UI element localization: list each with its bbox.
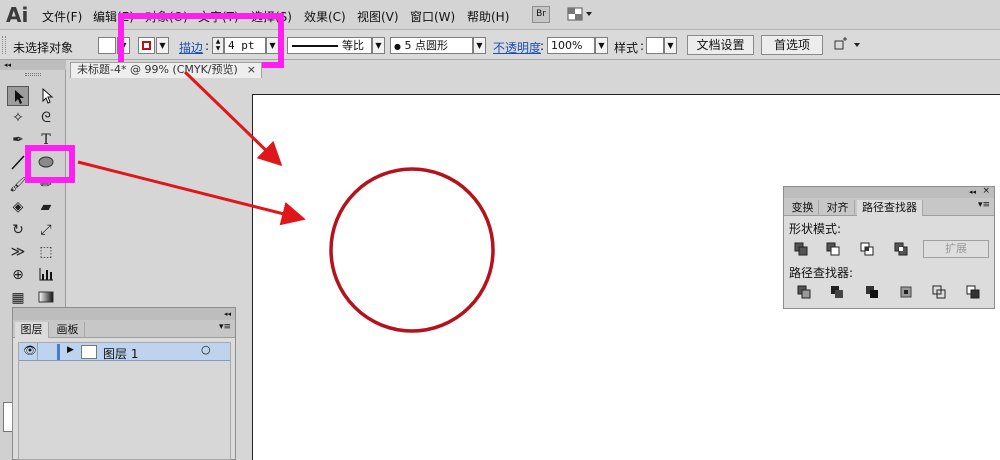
crop-icon[interactable] (899, 285, 913, 299)
shape-modes-label: 形状模式 (789, 222, 838, 236)
divide-icon[interactable] (797, 285, 811, 299)
unite-icon[interactable] (794, 242, 808, 256)
panel-header: ◂◂ (13, 308, 235, 320)
trim-icon[interactable] (830, 285, 844, 299)
close-icon[interactable]: × (982, 186, 990, 196)
layer-thumbnail (81, 345, 97, 359)
collapse-icon[interactable]: ◂◂ (969, 187, 976, 198)
tab-transform[interactable]: 变换 (787, 200, 819, 216)
panel-menu-icon[interactable]: ▾≡ (219, 322, 231, 332)
arrow-to-circle (77, 160, 306, 226)
layers-list: 👁 ▶ 图层 1 ○ (18, 342, 231, 460)
panel-menu-icon[interactable]: ▾≡ (978, 200, 990, 210)
expand-button[interactable]: 扩展 (923, 240, 989, 258)
panel-header: ◂◂ × (784, 186, 994, 198)
layer-color-icon (57, 344, 60, 360)
outline-icon[interactable] (932, 285, 946, 299)
layers-panel: ◂◂ 图层 画板 ▾≡ 👁 ▶ 图层 1 ○ (12, 307, 236, 460)
tab-layers[interactable]: 图层 (15, 322, 49, 338)
minus-front-icon[interactable] (826, 242, 840, 256)
expand-triangle-icon[interactable]: ▶ (67, 345, 74, 355)
merge-icon[interactable] (865, 285, 879, 299)
list-item[interactable]: 👁 ▶ 图层 1 ○ (19, 343, 230, 361)
intersect-icon[interactable] (860, 242, 874, 256)
tab-artboards[interactable]: 画板 (51, 322, 85, 338)
arrow-to-artboard (183, 70, 283, 167)
pathfinders-label: 路径查找器 (789, 266, 850, 280)
pathfinder-panel: ◂◂ × 变换 对齐 路径查找器 ▾≡ 形状模式: 扩展 路径查找器: (783, 186, 995, 309)
collapse-icon[interactable]: ◂◂ (224, 308, 231, 320)
tab-align[interactable]: 对齐 (821, 200, 855, 216)
target-circle-icon[interactable]: ○ (201, 343, 211, 356)
visibility-eye-icon[interactable]: 👁 (23, 344, 37, 357)
exclude-icon[interactable] (894, 242, 908, 256)
tab-pathfinder[interactable]: 路径查找器 (857, 200, 923, 216)
layer-name[interactable]: 图层 1 (103, 345, 138, 362)
minus-back-icon[interactable] (966, 285, 980, 299)
